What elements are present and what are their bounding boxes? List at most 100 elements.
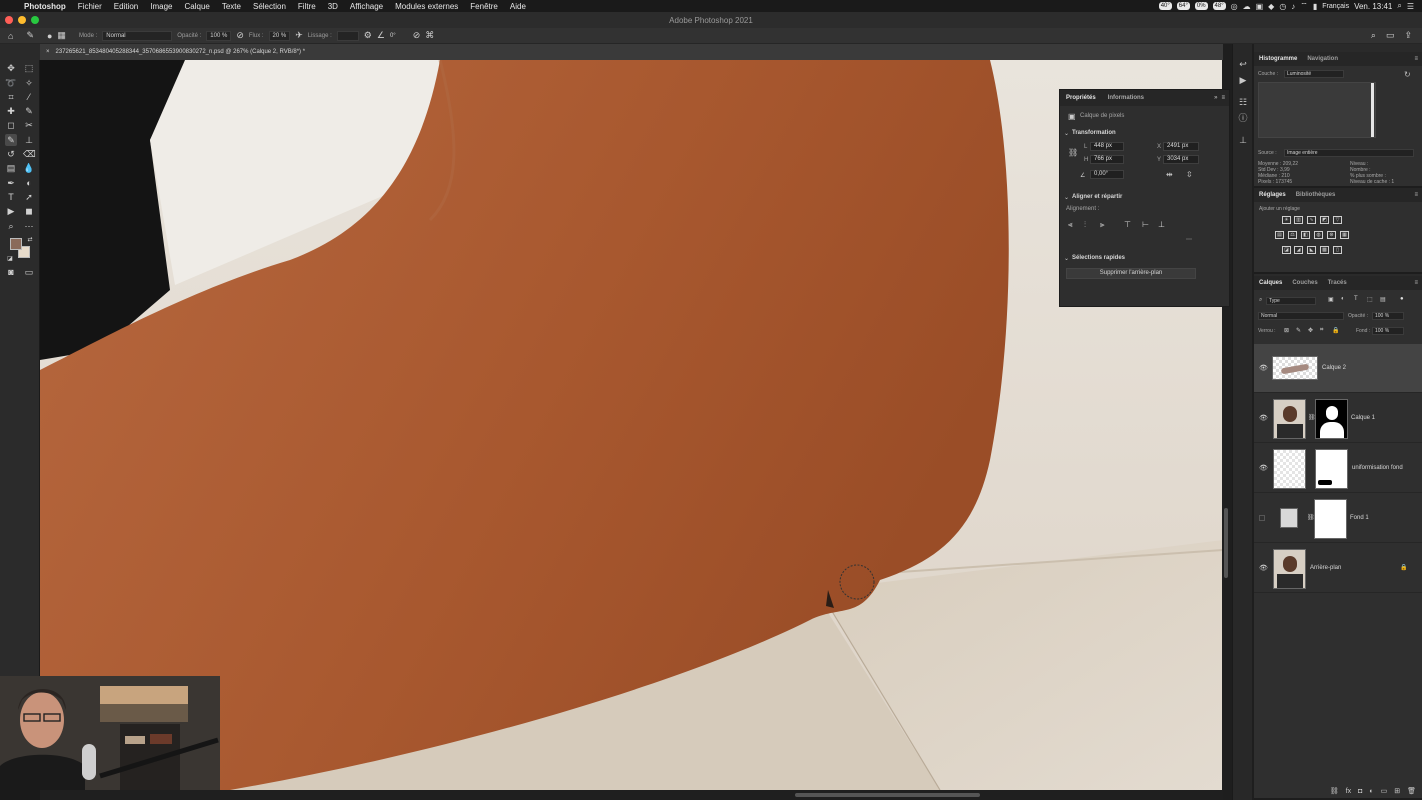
menu-texte[interactable]: Texte	[216, 2, 247, 11]
dropbox-icon[interactable]: ◆	[1268, 2, 1274, 11]
menu-3d[interactable]: 3D	[322, 2, 344, 11]
link-dimensions-icon[interactable]: ⛓	[1068, 148, 1078, 157]
brightness-adj-icon[interactable]: ☀	[1282, 216, 1291, 224]
vertical-scroll-thumb[interactable]	[1224, 508, 1228, 578]
pressure-opacity-icon[interactable]: ⊘	[236, 30, 244, 41]
opacity-field[interactable]: 100 %	[206, 30, 232, 41]
minimize-window-button[interactable]	[18, 16, 26, 24]
brush-tool-icon[interactable]: ✎	[26, 30, 34, 41]
align-hcenter-icon[interactable]: ⫶	[1084, 220, 1086, 230]
flux-field[interactable]: 20 %	[268, 30, 291, 41]
curves-adj-icon[interactable]: ∿	[1307, 216, 1316, 224]
collapse-panel-icon[interactable]: »	[1214, 95, 1221, 101]
crop-tool-icon[interactable]: ⌗	[5, 91, 17, 103]
tab-couches[interactable]: Couches	[1287, 280, 1322, 286]
info-icon[interactable]: ⓘ	[1237, 112, 1249, 124]
transform-chevron-icon[interactable]: ⌄	[1064, 130, 1069, 137]
source-select[interactable]: Image entière	[1284, 149, 1414, 157]
clone-stamp-tool-icon[interactable]: ⊥	[23, 134, 35, 146]
shape-tool-icon[interactable]: ◼	[23, 205, 35, 217]
layer-name[interactable]: Fond 1	[1350, 515, 1369, 521]
selective-color-adj-icon[interactable]: ▩	[1320, 246, 1329, 254]
adjustment-icon[interactable]: ◐	[1369, 788, 1373, 795]
quick-selection-tool-icon[interactable]: ✧	[23, 77, 35, 89]
tab-traces[interactable]: Tracés	[1323, 280, 1352, 286]
more-tools-icon[interactable]: ⋯	[23, 220, 35, 232]
close-tab-icon[interactable]: ×	[46, 49, 50, 55]
layer-row-calque-2[interactable]: 👁 Calque 2	[1254, 344, 1422, 393]
tab-reglages[interactable]: Réglages	[1254, 192, 1291, 198]
align-top-icon[interactable]: ⊤	[1124, 220, 1131, 229]
history-brush-icon[interactable]: ↺	[5, 148, 17, 160]
lissage-field[interactable]	[336, 30, 359, 41]
network-icon[interactable]: ◎	[1231, 2, 1238, 11]
adjustments-panel-icon[interactable]: ☷	[1237, 96, 1249, 108]
channel-mixer-adj-icon[interactable]: ⊛	[1327, 231, 1336, 239]
eraser-tool-icon[interactable]: ⌫	[23, 148, 36, 160]
share-icon[interactable]: ⇪	[1404, 30, 1412, 41]
wifi-icon[interactable]: ⌔	[1300, 1, 1308, 11]
align-chevron-icon[interactable]: ⌄	[1064, 194, 1069, 201]
lock-artboard-icon[interactable]: ⌗	[1320, 327, 1323, 334]
actions-icon[interactable]: ▶	[1237, 74, 1249, 86]
menu-fenetre[interactable]: Fenêtre	[464, 2, 504, 11]
layer-filter-select[interactable]: Type	[1266, 297, 1316, 305]
language-label[interactable]: Français	[1322, 3, 1349, 10]
history-icon[interactable]: ↩	[1237, 58, 1249, 70]
menu-photoshop[interactable]: Photoshop	[18, 2, 72, 11]
layer-name[interactable]: Arrière-plan	[1310, 565, 1341, 571]
layer-row-calque-1[interactable]: 👁 ⛓ Calque 1	[1254, 394, 1422, 443]
flip-vertical-icon[interactable]: ⇳	[1186, 170, 1193, 179]
layer-mask-thumbnail[interactable]	[1314, 499, 1347, 539]
color-lookup-adj-icon[interactable]: ▦	[1340, 231, 1349, 239]
menu-fichier[interactable]: Fichier	[72, 2, 108, 11]
control-center-icon[interactable]: ☰	[1407, 2, 1414, 11]
align-vcenter-icon[interactable]: ⊢	[1142, 220, 1149, 229]
home-icon[interactable]: ⌂	[8, 31, 13, 41]
eyedropper-tool-icon[interactable]: ⁄	[23, 91, 35, 103]
creative-cloud-icon[interactable]: ☁	[1243, 2, 1251, 11]
bw-adj-icon[interactable]: ◧	[1301, 231, 1310, 239]
brush-tool-icon[interactable]: ✎	[5, 134, 17, 146]
symmetry-icon[interactable]: ⌘	[425, 30, 434, 41]
filter-shape-icon[interactable]: ⬚	[1367, 296, 1373, 303]
cpu-temp-badge[interactable]: 40°	[1158, 2, 1172, 10]
angle-field[interactable]: 0,00°	[1090, 170, 1124, 179]
exposure-adj-icon[interactable]: ◩	[1320, 216, 1329, 224]
flip-horizontal-icon[interactable]: ⇹	[1166, 170, 1173, 179]
clone-source-icon[interactable]: ⊥	[1237, 134, 1249, 146]
tab-navigation[interactable]: Navigation	[1302, 56, 1343, 62]
lock-position-icon[interactable]: ✥	[1308, 327, 1313, 334]
gradient-map-adj-icon[interactable]: ▯	[1333, 246, 1342, 254]
path-selection-icon[interactable]: ➚	[23, 191, 35, 203]
posterize-adj-icon[interactable]: ◢	[1294, 246, 1303, 254]
fx-icon[interactable]: fx	[1346, 788, 1351, 795]
tab-bibliotheques[interactable]: Bibliothèques	[1291, 192, 1341, 198]
height-field[interactable]: 766 px	[1090, 155, 1124, 164]
layer-mask-thumbnail[interactable]	[1315, 399, 1348, 439]
filter-adjust-icon[interactable]: ◐	[1341, 296, 1345, 302]
menu-calque[interactable]: Calque	[179, 2, 216, 11]
menu-edition[interactable]: Edition	[108, 2, 144, 11]
panel-menu-icon[interactable]: ≡	[1221, 95, 1229, 101]
hue-sat-adj-icon[interactable]: ▤	[1275, 231, 1284, 239]
filter-toggle-icon[interactable]: ●	[1400, 296, 1404, 302]
mask-icon[interactable]: ◘	[1358, 788, 1362, 795]
blend-mode-select[interactable]: Normal	[1258, 312, 1344, 320]
layer-row-uniformisation-fond[interactable]: 👁 uniformisation fond	[1254, 444, 1422, 493]
fill-field[interactable]: 100 %	[1372, 327, 1404, 335]
horizontal-scroll-thumb[interactable]	[795, 793, 980, 797]
lasso-tool-icon[interactable]: ➰	[5, 77, 17, 89]
tab-histogramme[interactable]: Histogramme	[1254, 56, 1302, 62]
default-colors-icon[interactable]: ◪	[4, 253, 16, 265]
document-tab[interactable]: × 237265621_853480405288344_357068655390…	[40, 44, 1223, 60]
layer-row-arriere-plan[interactable]: 👁 Arrière-plan 🔒	[1254, 544, 1422, 593]
width-field[interactable]: 448 px	[1090, 142, 1124, 151]
layer-name[interactable]: uniformisation fond	[1352, 465, 1403, 471]
dodge-tool-icon[interactable]: ◐	[23, 177, 35, 189]
layer-opacity-field[interactable]: 100 %	[1372, 312, 1404, 320]
time-machine-icon[interactable]: ◷	[1279, 2, 1286, 11]
quick-actions-chevron-icon[interactable]: ⌄	[1064, 255, 1069, 262]
foreground-color-swatch[interactable]	[10, 238, 22, 250]
healing-brush-tool-icon[interactable]: ✚	[5, 105, 17, 117]
